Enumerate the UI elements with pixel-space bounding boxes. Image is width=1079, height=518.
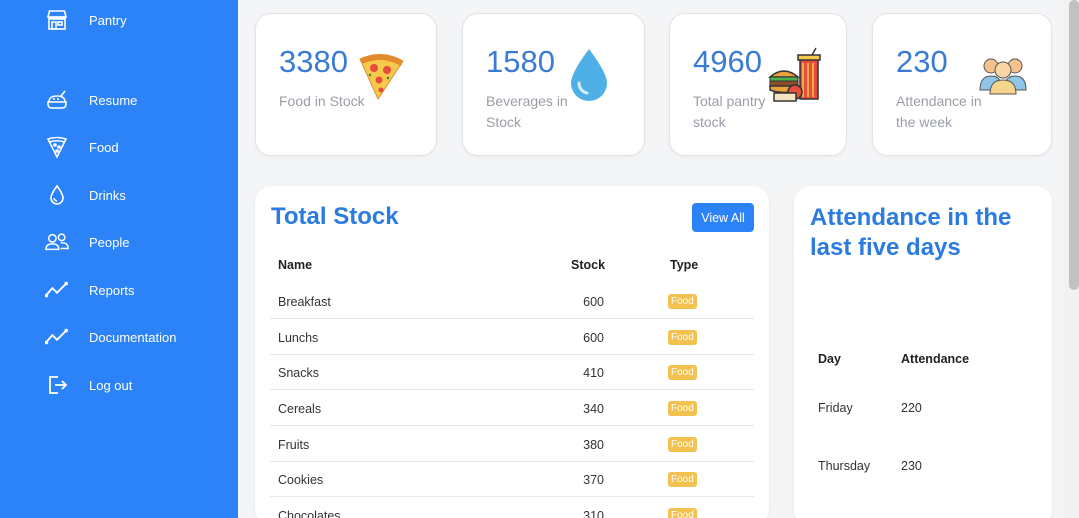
store-icon xyxy=(45,8,69,37)
sidebar-item-documentation[interactable]: Documentation xyxy=(45,324,225,350)
trend-line-icon xyxy=(45,325,69,349)
type-badge: Food xyxy=(668,437,697,452)
table-row[interactable]: Fruits 380 Food xyxy=(270,426,754,462)
sidebar-item-label: Food xyxy=(89,139,119,155)
cell-stock: 310 xyxy=(583,509,604,518)
stat-card-beverages[interactable]: 1580 Beverages in Stock xyxy=(462,13,645,156)
attendance-title: Attendance in the last five days xyxy=(810,204,1012,261)
stat-value: 3380 xyxy=(279,44,348,79)
cell-day: Friday xyxy=(818,401,853,415)
type-badge: Food xyxy=(668,472,697,487)
brand[interactable]: Pantry xyxy=(45,8,127,37)
cell-name: Breakfast xyxy=(278,295,331,309)
cell-stock: 410 xyxy=(583,366,604,380)
column-header-attendance: Attendance xyxy=(901,352,970,366)
brand-label: Pantry xyxy=(89,13,127,28)
table-row[interactable]: Lunchs 600 Food xyxy=(270,319,754,355)
stat-caption: Attendance in the week xyxy=(896,93,982,130)
cell-attendance: 230 xyxy=(901,459,922,473)
table-row[interactable]: Snacks 410 Food xyxy=(270,354,754,390)
sidebar-item-label: Drinks xyxy=(89,187,126,203)
sidebar-item-label: Log out xyxy=(89,377,133,393)
column-header-stock: Stock xyxy=(571,258,606,272)
table-row[interactable]: Chocolates 310 Food xyxy=(270,497,754,518)
cell-name: Snacks xyxy=(278,366,319,380)
column-header-name: Name xyxy=(278,258,313,272)
cell-stock: 370 xyxy=(583,473,604,487)
stat-card-total-pantry[interactable]: 4960 Total pantry stock xyxy=(669,13,847,156)
cell-stock: 600 xyxy=(583,331,604,345)
type-badge: Food xyxy=(668,365,697,380)
sidebar: Pantry Resume Food Drinks People Reports… xyxy=(0,0,238,518)
droplet-icon xyxy=(45,183,69,207)
people-icon xyxy=(45,230,69,254)
cell-stock: 340 xyxy=(583,402,604,416)
stat-card-attendance[interactable]: 230 Attendance in the week xyxy=(872,13,1052,156)
group-people-icon xyxy=(978,52,1028,101)
cell-name: Cookies xyxy=(278,473,324,487)
pizza-slice-icon xyxy=(45,135,69,159)
cell-name: Fruits xyxy=(278,438,310,452)
table-row[interactable]: Cereals 340 Food xyxy=(270,390,754,426)
fast-food-icon xyxy=(767,47,824,108)
sidebar-item-people[interactable]: People xyxy=(45,229,225,255)
stat-value: 1580 xyxy=(486,44,555,79)
water-drop-icon xyxy=(569,47,609,108)
pizza-icon xyxy=(356,51,406,106)
cell-day: Thursday xyxy=(818,459,871,473)
stat-caption: Beverages in Stock xyxy=(486,93,568,130)
type-badge: Food xyxy=(668,294,697,309)
stat-card-food[interactable]: 3380 Food in Stock xyxy=(255,13,437,156)
sidebar-item-label: Documentation xyxy=(89,329,177,345)
scrollbar-thumb[interactable] xyxy=(1069,0,1079,290)
attendance-panel: Attendance in the last five days Day Att… xyxy=(794,186,1052,518)
sidebar-item-resume[interactable]: Resume xyxy=(45,87,225,113)
cell-stock: 380 xyxy=(583,438,604,452)
type-badge: Food xyxy=(668,401,697,416)
cell-name: Chocolates xyxy=(278,509,341,518)
resume-icon xyxy=(45,88,69,112)
type-badge: Food xyxy=(668,330,697,345)
cell-name: Lunchs xyxy=(278,331,319,345)
sidebar-item-reports[interactable]: Reports xyxy=(45,277,225,303)
column-header-day: Day xyxy=(818,352,841,366)
trend-line-icon xyxy=(45,278,69,302)
cell-stock: 600 xyxy=(583,295,604,309)
stat-value: 4960 xyxy=(693,44,762,79)
sidebar-item-log-out[interactable]: Log out xyxy=(45,372,225,398)
table-row[interactable]: Breakfast 600 Food xyxy=(270,283,754,319)
total-stock-panel: Total Stock View All Name Stock Type Bre… xyxy=(255,186,769,518)
sidebar-item-label: Resume xyxy=(89,92,138,108)
column-header-type: Type xyxy=(670,258,699,272)
logout-icon xyxy=(45,373,69,397)
cell-name: Cereals xyxy=(278,402,322,416)
view-all-button[interactable]: View All xyxy=(692,203,754,232)
cell-attendance: 220 xyxy=(901,401,922,415)
sidebar-item-label: People xyxy=(89,234,130,250)
sidebar-item-label: Reports xyxy=(89,282,135,298)
main-content: 3380 Food in Stock 1580 Beverages in Sto… xyxy=(238,0,1064,518)
type-badge: Food xyxy=(668,508,697,518)
total-stock-title: Total Stock xyxy=(271,203,399,230)
sidebar-item-food[interactable]: Food xyxy=(45,134,225,160)
stat-value: 230 xyxy=(896,44,948,79)
table-row[interactable]: Cookies 370 Food xyxy=(270,461,754,497)
sidebar-item-drinks[interactable]: Drinks xyxy=(45,182,225,208)
